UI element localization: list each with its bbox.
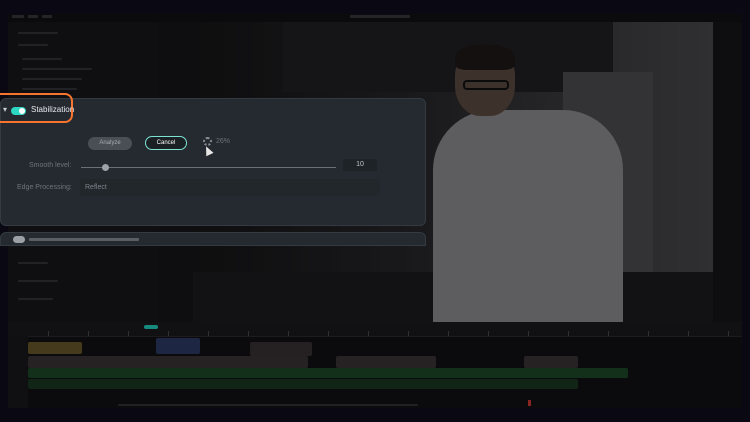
edge-processing-value: Reflect	[85, 184, 107, 191]
smooth-level-value[interactable]: 10	[343, 159, 377, 171]
toggle-knob	[19, 108, 25, 114]
analysis-progress: 26%	[216, 138, 231, 145]
smooth-level-slider[interactable]	[81, 167, 336, 168]
smooth-level-slider-handle[interactable]	[102, 164, 109, 171]
effect-toggle[interactable]	[13, 236, 25, 243]
stabilization-panel: ▾ Stabilization Analyze Cancel 26% Smoot…	[0, 93, 426, 226]
analyze-button[interactable]: Analyze	[88, 137, 132, 150]
edge-processing-select[interactable]	[80, 179, 380, 196]
cancel-button[interactable]: Cancel	[145, 136, 187, 150]
smooth-level-label: Smooth level:	[29, 162, 72, 169]
chevron-down-icon[interactable]: ▾	[3, 105, 7, 114]
stabilization-title: Stabilization	[31, 105, 75, 114]
effect-title	[29, 238, 139, 241]
stabilization-toggle[interactable]	[11, 107, 26, 115]
mouse-cursor-icon	[202, 144, 214, 157]
next-effect-panel	[0, 232, 426, 246]
edge-processing-label: Edge Processing:	[17, 184, 72, 191]
